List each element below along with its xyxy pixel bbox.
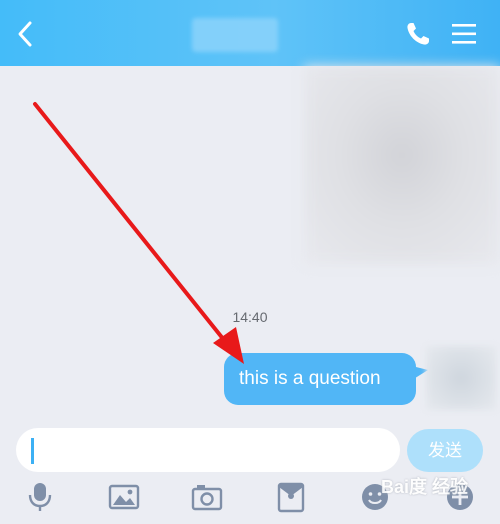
chat-header — [0, 0, 500, 66]
avatar[interactable] — [426, 346, 496, 410]
message-input[interactable] — [16, 428, 400, 472]
phone-icon[interactable] — [404, 20, 432, 48]
send-button[interactable]: 发送 — [407, 429, 483, 472]
baidu-jingyan-watermark: Bai度 经验 — [381, 477, 469, 497]
text-caret — [31, 438, 34, 464]
microphone-icon[interactable] — [24, 481, 56, 513]
camera-icon[interactable] — [191, 481, 223, 513]
input-bar: 发送 Bai度 经验 — [0, 426, 500, 524]
outgoing-message-bubble[interactable]: this is a question — [224, 353, 416, 405]
chat-area: 14:40 this is a question — [0, 66, 500, 426]
back-chevron-icon[interactable] — [14, 20, 38, 48]
message-timestamp: 14:40 — [232, 309, 268, 325]
red-packet-icon[interactable] — [275, 481, 307, 513]
contact-name-blurred — [192, 18, 278, 52]
image-message-blurred[interactable] — [304, 66, 500, 264]
image-icon[interactable] — [108, 481, 140, 513]
hamburger-menu-icon[interactable] — [451, 21, 477, 47]
